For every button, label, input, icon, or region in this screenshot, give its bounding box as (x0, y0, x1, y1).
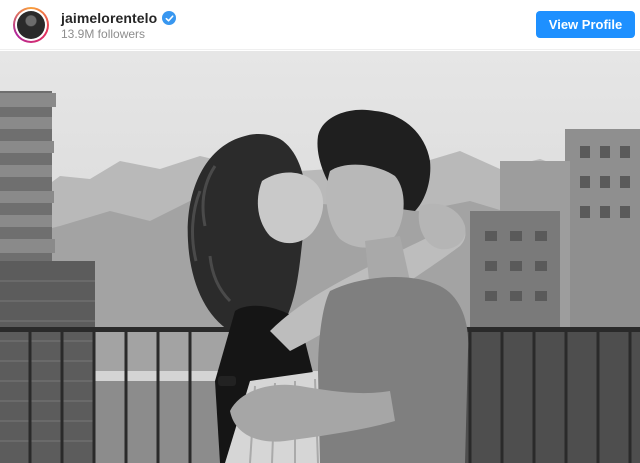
avatar-image (17, 11, 45, 39)
verified-badge-icon (162, 11, 177, 25)
avatar[interactable] (13, 7, 49, 43)
avatar-frame (15, 9, 47, 41)
post-photo[interactable] (0, 51, 640, 463)
follower-count: 13.9M followers (61, 27, 146, 41)
username-link[interactable]: jaimelorentelo (61, 10, 157, 26)
username-row: jaimelorentelo (61, 9, 177, 27)
photo-illustration (0, 51, 640, 463)
post-header: jaimelorentelo 13.9M followers View Prof… (0, 0, 640, 50)
view-profile-button[interactable]: View Profile (536, 11, 635, 38)
